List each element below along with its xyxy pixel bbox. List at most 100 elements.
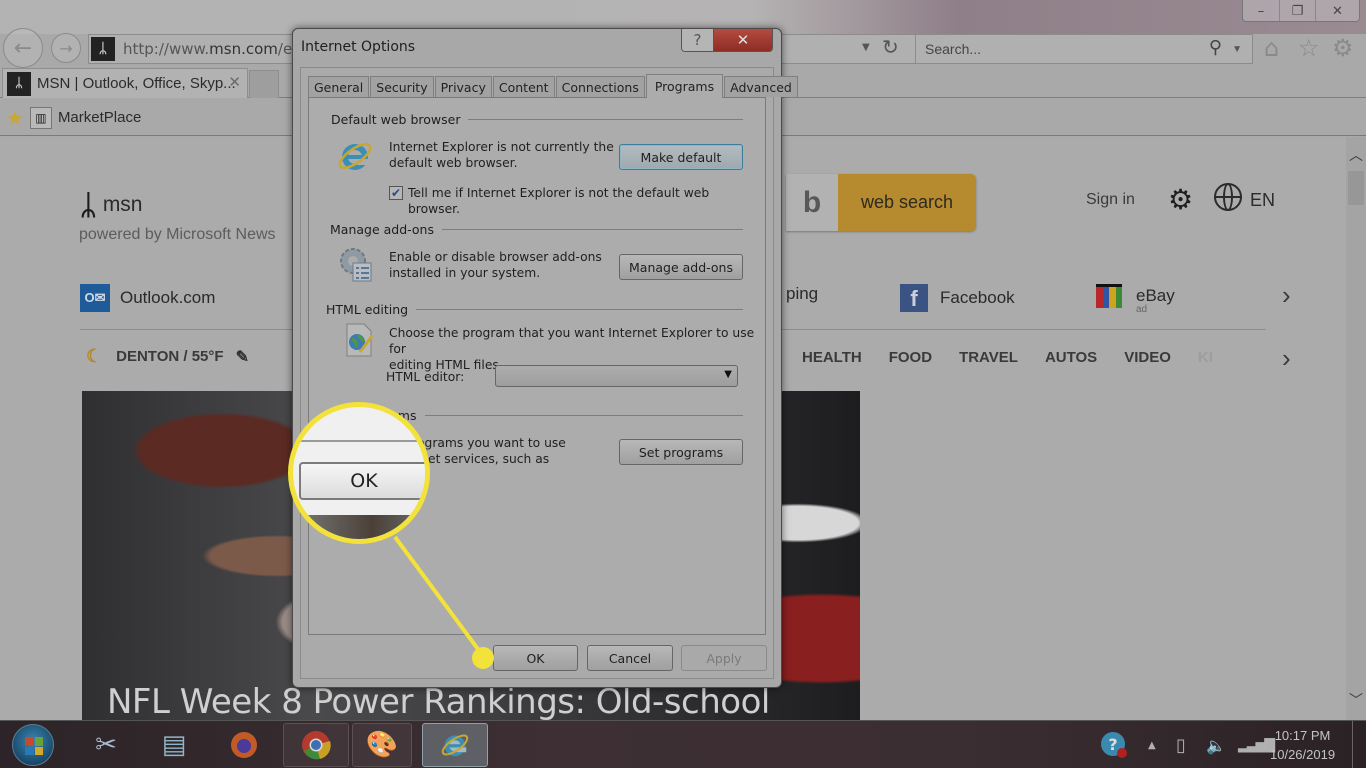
callout-pointer-dot	[472, 647, 494, 669]
taskbar-chrome[interactable]	[283, 723, 349, 767]
globe-icon[interactable]	[1214, 183, 1242, 211]
default-browser-checkbox[interactable]: ✔	[389, 186, 403, 200]
help-alert-tray-icon[interactable]: ?	[1100, 721, 1128, 768]
taskbar-internet-explorer[interactable]	[422, 723, 488, 767]
msn-brand: msn	[102, 193, 143, 216]
url-prefix: http://www.	[123, 40, 210, 58]
manage-addons-button[interactable]: Manage add-ons	[619, 254, 743, 280]
search-input[interactable]: Search... ⚲ ▼	[915, 34, 1253, 64]
battery-power-icon[interactable]: ▯	[1176, 721, 1186, 768]
categories-next-icon[interactable]: ›	[1282, 343, 1291, 374]
close-window-button[interactable]: ✕	[1315, 0, 1359, 21]
new-tab-button[interactable]	[249, 70, 279, 98]
make-default-button[interactable]: Make default	[619, 144, 743, 170]
system-clock[interactable]: 10:17 PM 10/26/2019	[1270, 726, 1335, 764]
chevron-down-icon: ▼	[724, 369, 732, 380]
msn-logo[interactable]: ᛦ msn	[80, 189, 143, 221]
address-dropdown-icon[interactable]: ▼	[862, 42, 870, 53]
default-browser-heading: Default web browser	[331, 112, 743, 127]
bing-icon: b	[786, 174, 838, 231]
set-programs-button[interactable]: Set programs	[619, 439, 743, 465]
category-kids[interactable]: KI	[1198, 349, 1213, 366]
tab-connections[interactable]: Connections	[555, 76, 645, 97]
windows-logo-icon	[25, 737, 43, 755]
scroll-down-icon[interactable]: ﹀	[1349, 690, 1363, 710]
quick-link-shopping[interactable]: ping	[786, 284, 818, 304]
outlook-icon: O✉	[80, 284, 110, 312]
back-button[interactable]: ←	[3, 28, 43, 68]
quick-link-facebook[interactable]: f Facebook	[900, 284, 1015, 312]
category-autos[interactable]: AUTOS	[1045, 349, 1097, 366]
page-scrollbar[interactable]: ︿ ﹀	[1346, 137, 1366, 720]
favorite-marketplace-link[interactable]: MarketPlace	[58, 109, 141, 126]
start-button[interactable]	[12, 724, 54, 766]
refresh-icon[interactable]: ↻	[882, 35, 899, 59]
bing-search[interactable]: b web search	[786, 174, 976, 231]
taskbar-snipping-tool[interactable]: ✂	[80, 723, 132, 767]
manage-addons-heading: Manage add-ons	[330, 222, 743, 237]
quick-link-ebay[interactable]: eBay ad	[1096, 284, 1175, 315]
apply-button[interactable]: Apply	[681, 645, 767, 671]
clock-time: 10:17 PM	[1274, 728, 1331, 743]
tab-advanced[interactable]: Advanced	[724, 76, 798, 97]
html-editor-label: HTML editor:	[386, 370, 465, 384]
minimize-button[interactable]: –	[1243, 0, 1279, 21]
msn-tagline: powered by Microsoft News	[79, 226, 276, 243]
ad-label: ad	[1136, 304, 1148, 315]
edit-pencil-icon[interactable]: ✎	[236, 347, 249, 367]
quick-links-next-icon[interactable]: ›	[1282, 280, 1291, 311]
paint-palette-icon: 🎨	[365, 730, 399, 760]
dialog-close-button[interactable]: ✕	[714, 29, 772, 51]
quick-link-outlook[interactable]: O✉ Outlook.com	[80, 284, 215, 312]
taskbar: ✂ ▤ 🎨 ? ▲ ▯ 🔈 ▂▃▅▇ 10:17 PM 10/26/2019	[0, 720, 1366, 768]
network-signal-icon[interactable]: ▂▃▅▇	[1238, 721, 1275, 768]
restore-button[interactable]: ❐	[1279, 0, 1315, 21]
search-icon[interactable]: ⚲	[1209, 37, 1222, 58]
tab-msn[interactable]: ᛦ MSN | Outlook, Office, Skyp... ✕	[2, 68, 248, 98]
close-tab-icon[interactable]: ✕	[228, 73, 241, 91]
show-hidden-icons[interactable]: ▲	[1148, 721, 1156, 768]
home-icon[interactable]: ⌂	[1264, 34, 1279, 62]
tools-gear-icon[interactable]: ⚙	[1332, 34, 1354, 62]
url-domain: msn.com	[209, 40, 278, 58]
chrome-icon	[302, 731, 331, 760]
category-nav: HEALTH FOOD TRAVEL AUTOS VIDEO KI	[802, 349, 1240, 366]
html-editor-icon	[346, 323, 374, 357]
tab-general[interactable]: General	[308, 76, 370, 97]
cancel-button[interactable]: Cancel	[587, 645, 673, 671]
search-dropdown-icon[interactable]: ▼	[1232, 44, 1242, 55]
language-selector[interactable]: EN	[1250, 190, 1275, 211]
category-travel[interactable]: TRAVEL	[959, 349, 1018, 366]
favorites-star-icon[interactable]: ☆	[1298, 34, 1320, 62]
tab-security[interactable]: Security	[370, 76, 434, 97]
category-health[interactable]: HEALTH	[802, 349, 862, 366]
tab-content[interactable]: Content	[492, 76, 555, 97]
forward-button[interactable]: →	[51, 33, 81, 63]
volume-icon[interactable]: 🔈	[1206, 721, 1226, 768]
taskbar-paint[interactable]: 🎨	[352, 723, 412, 767]
weather-widget[interactable]: ☾ DENTON / 55°F ✎	[86, 346, 249, 367]
scroll-thumb[interactable]	[1348, 171, 1364, 205]
settings-gear-icon[interactable]: ⚙	[1168, 183, 1193, 216]
web-search-button[interactable]: web search	[838, 174, 976, 231]
tab-privacy[interactable]: Privacy	[434, 76, 492, 97]
default-browser-checkbox-label[interactable]: Tell me if Internet Explorer is not the …	[408, 185, 765, 217]
category-food[interactable]: FOOD	[889, 349, 932, 366]
sign-in-link[interactable]: Sign in	[1086, 191, 1135, 209]
add-favorites-star-icon[interactable]: ★	[6, 106, 24, 130]
scroll-up-icon[interactable]: ︿	[1349, 145, 1363, 165]
clock-date: 10/26/2019	[1270, 747, 1336, 762]
html-editor-select[interactable]: ▼	[495, 365, 738, 387]
programs-panel: Default web browser Internet Explorer is…	[308, 97, 766, 635]
category-video[interactable]: VIDEO	[1124, 349, 1171, 366]
taskbar-notepad[interactable]: ▤	[148, 723, 200, 767]
taskbar-firefox[interactable]	[218, 723, 270, 767]
quick-link-label: ping	[786, 284, 819, 303]
addons-text: Enable or disable browser add-ons install…	[389, 250, 602, 280]
ok-button[interactable]: OK	[493, 645, 578, 671]
internet-programs-text: ograms you want to use et services, such …	[417, 436, 566, 466]
show-desktop-button[interactable]	[1352, 721, 1366, 768]
help-button[interactable]: ?	[682, 29, 714, 51]
tab-programs[interactable]: Programs	[645, 74, 724, 98]
help-alert-icon: ?	[1101, 732, 1127, 758]
